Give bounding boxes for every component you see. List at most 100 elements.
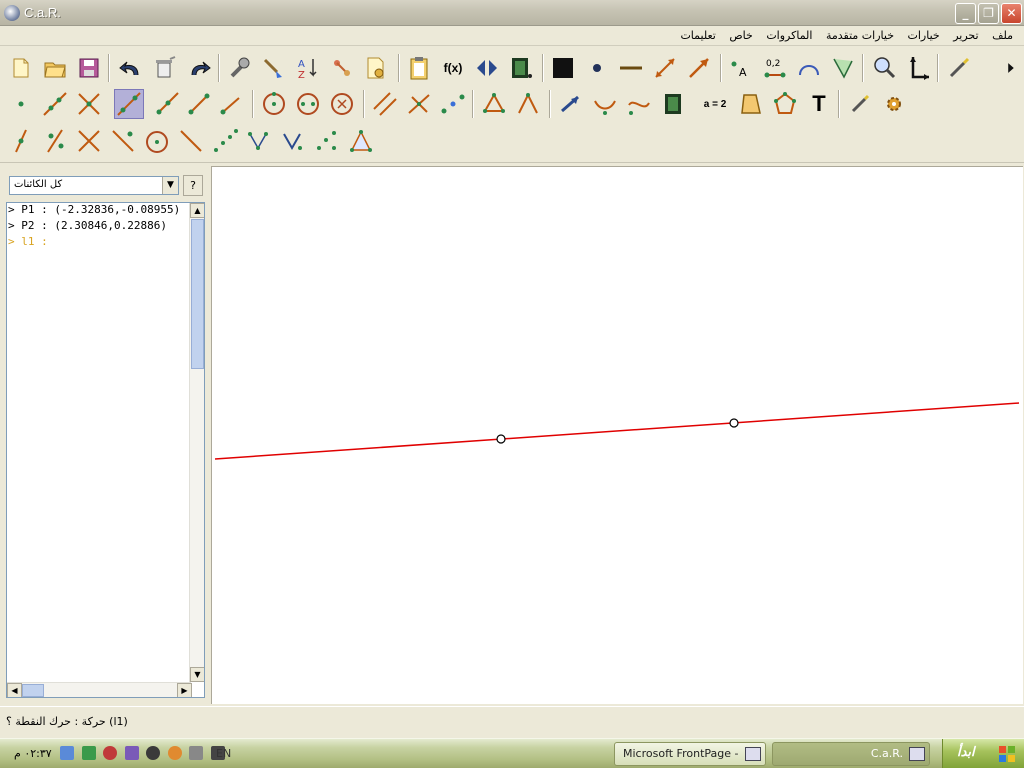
axes-icon[interactable] bbox=[903, 53, 933, 83]
line-point-intersect-icon[interactable] bbox=[108, 126, 138, 156]
macro-run-icon[interactable] bbox=[327, 53, 357, 83]
angle-tool-icon[interactable] bbox=[828, 53, 858, 83]
function-tool[interactable]: f(x) bbox=[438, 53, 468, 83]
menu-help[interactable]: تعليمات bbox=[675, 26, 720, 45]
reflection-icon[interactable] bbox=[278, 126, 308, 156]
line-with-points-icon[interactable] bbox=[40, 126, 70, 156]
menu-edit[interactable]: تحرير bbox=[948, 26, 983, 45]
network-icon[interactable] bbox=[60, 746, 74, 760]
maximize-button[interactable]: ❐ bbox=[978, 3, 999, 24]
cross-lines-icon[interactable] bbox=[74, 126, 104, 156]
minimize-button[interactable]: _ bbox=[955, 3, 976, 24]
animation-film-icon[interactable] bbox=[506, 53, 536, 83]
redo-icon[interactable] bbox=[184, 53, 214, 83]
properties-wrench-icon[interactable] bbox=[225, 53, 255, 83]
start-button[interactable]: ابدأ bbox=[942, 739, 1024, 768]
shield-icon[interactable] bbox=[103, 746, 117, 760]
circle-three-points-icon[interactable] bbox=[293, 89, 323, 119]
object-row-p2[interactable]: > P2 : (2.30846,0.22886) bbox=[7, 219, 204, 235]
diagonal-line-icon[interactable] bbox=[176, 126, 206, 156]
menu-advanced-options[interactable]: خيارات متقدمة bbox=[821, 26, 899, 45]
trace-curve-icon[interactable] bbox=[624, 89, 654, 119]
point-cluster-icon[interactable] bbox=[244, 126, 274, 156]
zoom-icon[interactable] bbox=[869, 53, 899, 83]
undo-icon[interactable] bbox=[116, 53, 146, 83]
volume-icon[interactable] bbox=[189, 746, 203, 760]
point-label-tool[interactable]: A bbox=[726, 53, 756, 83]
point-set-icon[interactable] bbox=[312, 126, 342, 156]
expression-tool[interactable]: a = 2 bbox=[698, 89, 732, 119]
globe-icon[interactable] bbox=[146, 746, 160, 760]
close-button[interactable]: ✕ bbox=[1001, 3, 1022, 24]
app-icon[interactable] bbox=[4, 5, 20, 21]
point-on-object-icon[interactable] bbox=[6, 126, 36, 156]
object-row-p1[interactable]: > P1 : (-2.32836,-0.08955) bbox=[7, 203, 204, 219]
chevron-down-icon[interactable]: ▼ bbox=[162, 177, 178, 194]
save-icon[interactable] bbox=[74, 53, 104, 83]
gear-icon[interactable] bbox=[879, 89, 909, 119]
segment-tool-icon[interactable] bbox=[184, 89, 214, 119]
text-tool[interactable]: T bbox=[804, 89, 834, 119]
antivirus-icon[interactable] bbox=[81, 746, 96, 760]
scroll-left-icon[interactable]: ◀ bbox=[7, 683, 22, 697]
object-row-l1[interactable]: > l1 : bbox=[7, 235, 204, 251]
solid-square-icon[interactable] bbox=[548, 53, 578, 83]
locus-curve-icon[interactable] bbox=[590, 89, 620, 119]
menu-file[interactable]: ملف bbox=[987, 26, 1018, 45]
circle-tool-icon[interactable] bbox=[259, 89, 289, 119]
ray-tool-icon[interactable] bbox=[152, 89, 182, 119]
help-button[interactable]: ? bbox=[183, 175, 203, 196]
task-frontpage[interactable]: Microsoft FrontPage - ... bbox=[614, 742, 766, 768]
midpoint-tool-icon[interactable] bbox=[438, 89, 468, 119]
object-filter-dropdown[interactable]: كل الكائنات ▼ bbox=[9, 176, 179, 195]
polygon-tool-icon[interactable] bbox=[770, 89, 800, 119]
line-l1[interactable] bbox=[214, 402, 1020, 460]
drawing-canvas[interactable] bbox=[211, 166, 1023, 704]
construction-svg[interactable] bbox=[212, 167, 1024, 705]
line-through-points-icon[interactable] bbox=[40, 89, 70, 119]
tools-icon[interactable] bbox=[124, 746, 139, 760]
angle-bisector-icon[interactable] bbox=[513, 89, 543, 119]
perpendicular-line-icon[interactable] bbox=[404, 89, 434, 119]
line-both-arrows-icon[interactable] bbox=[650, 53, 680, 83]
media-icon[interactable] bbox=[167, 746, 182, 760]
horizontal-scrollbar[interactable]: ◀ ▶ bbox=[7, 682, 192, 697]
fixed-circle-icon[interactable] bbox=[327, 89, 357, 119]
scroll-thumb[interactable] bbox=[191, 219, 204, 369]
point-p1[interactable] bbox=[496, 434, 506, 444]
circle-center-icon[interactable] bbox=[142, 126, 172, 156]
move-point-icon[interactable] bbox=[556, 89, 586, 119]
scroll-up-icon[interactable]: ▲ bbox=[190, 203, 204, 218]
object-list[interactable]: > P1 : (-2.32836,-0.08955) > P2 : (2.308… bbox=[6, 202, 205, 698]
quadrilateral-icon[interactable] bbox=[736, 89, 766, 119]
sort-az-icon[interactable]: AZ bbox=[293, 53, 323, 83]
vector-arrow-icon[interactable] bbox=[684, 53, 714, 83]
color-brush-icon[interactable] bbox=[259, 53, 289, 83]
scroll-right-icon[interactable]: ▶ bbox=[177, 683, 192, 697]
scroll-down-icon[interactable]: ▼ bbox=[190, 667, 204, 682]
arc-tool-icon[interactable] bbox=[794, 53, 824, 83]
coordinate-label-tool[interactable]: 0,2 bbox=[760, 53, 790, 83]
vertical-scrollbar[interactable]: ▲ ▼ bbox=[189, 203, 204, 682]
menu-options[interactable]: خيارات bbox=[903, 26, 945, 45]
language-indicator[interactable]: EN bbox=[216, 747, 231, 760]
task-car[interactable]: C.a.R. bbox=[772, 742, 930, 766]
triangle-tool-icon[interactable] bbox=[346, 126, 376, 156]
polygon-vertices-icon[interactable] bbox=[479, 89, 509, 119]
delete-icon[interactable] bbox=[150, 53, 180, 83]
menu-special[interactable]: خاص bbox=[724, 26, 757, 45]
parallel-line-icon[interactable] bbox=[370, 89, 400, 119]
magic-wand-icon[interactable] bbox=[944, 53, 974, 83]
swap-arrows-icon[interactable] bbox=[472, 53, 502, 83]
point-p2[interactable] bbox=[729, 418, 739, 428]
fixed-segment-icon[interactable] bbox=[216, 89, 246, 119]
magic-wand-small-icon[interactable] bbox=[845, 89, 875, 119]
toolbar-more-icon[interactable] bbox=[1002, 53, 1020, 83]
scroll-thumb-horizontal[interactable] bbox=[22, 684, 44, 697]
line-tool-selected-icon[interactable] bbox=[114, 89, 144, 119]
clock[interactable]: ٠٢:٣٧ م bbox=[14, 747, 52, 760]
line-style-icon[interactable] bbox=[616, 53, 646, 83]
dotted-points-icon[interactable] bbox=[210, 126, 240, 156]
settings-document-icon[interactable] bbox=[361, 53, 391, 83]
animation-tool-icon[interactable] bbox=[658, 89, 688, 119]
